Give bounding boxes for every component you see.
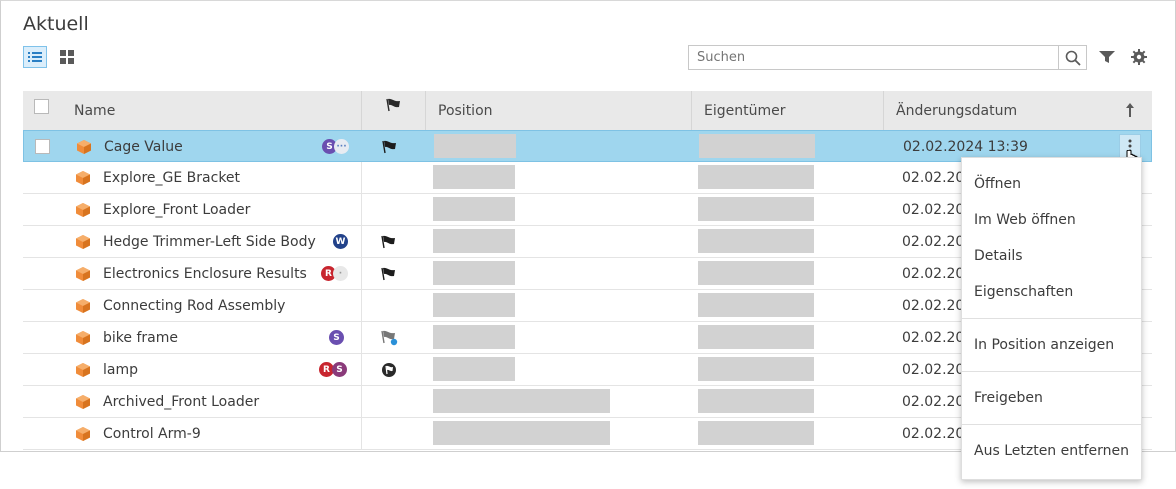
filter-icon	[1099, 51, 1115, 63]
column-name-label: Name	[74, 102, 116, 119]
owner-redacted	[698, 325, 814, 349]
owner-redacted	[699, 134, 815, 158]
cube-icon	[76, 267, 90, 281]
column-header-modified[interactable]: Änderungsdatum	[884, 91, 1152, 130]
file-name[interactable]: lamp	[103, 354, 138, 385]
cube-icon	[77, 140, 91, 154]
file-name[interactable]: Cage Value	[104, 131, 183, 162]
position-redacted	[433, 389, 610, 413]
column-position-label: Position	[438, 102, 493, 119]
avatar: S	[329, 330, 344, 345]
position-redacted	[433, 293, 515, 317]
context-menu: Öffnen Im Web öffnen Details Eigenschaft…	[961, 157, 1142, 480]
search-input[interactable]	[688, 45, 1059, 70]
file-name[interactable]: Control Arm-9	[103, 418, 201, 449]
grid-view-button[interactable]	[55, 46, 79, 68]
column-header-name[interactable]: Name	[62, 91, 362, 130]
owner-redacted	[698, 261, 814, 285]
search-icon	[1065, 50, 1081, 66]
menu-item-remove-recent[interactable]: Aus Letzten entfernen	[974, 443, 1129, 459]
avatar: W	[333, 234, 348, 249]
file-name[interactable]: Connecting Rod Assembly	[103, 290, 285, 321]
file-name[interactable]: Hedge Trimmer-Left Side Body	[103, 226, 316, 257]
menu-divider	[962, 424, 1141, 425]
cube-icon	[76, 427, 90, 441]
position-redacted	[433, 229, 515, 253]
position-redacted	[433, 357, 515, 381]
gear-icon	[1131, 49, 1147, 65]
file-name[interactable]: Explore_Front Loader	[103, 194, 250, 225]
cube-icon	[76, 171, 90, 185]
cube-icon	[76, 299, 90, 313]
file-name[interactable]: Archived_Front Loader	[103, 386, 259, 417]
flag-icon	[381, 235, 395, 249]
cube-icon	[76, 331, 90, 345]
owner-redacted	[698, 357, 814, 381]
cube-icon	[76, 395, 90, 409]
more-avatars-icon: ·	[333, 266, 348, 281]
grid-view-icon	[60, 50, 74, 64]
flag-icon	[385, 98, 400, 111]
position-redacted	[433, 165, 515, 189]
column-header-owner[interactable]: Eigentümer	[692, 91, 884, 130]
column-header-position[interactable]: Position	[426, 91, 692, 130]
file-name[interactable]: Explore_GE Bracket	[103, 162, 240, 193]
column-modified-label: Änderungsdatum	[896, 102, 1018, 119]
flag-icon	[381, 267, 395, 281]
table-header: Name Position Eigentümer Änderungsdatum	[23, 91, 1152, 130]
row-checkbox[interactable]	[35, 139, 50, 154]
position-redacted	[433, 325, 515, 349]
list-view-button[interactable]	[23, 46, 47, 68]
position-redacted	[433, 421, 610, 445]
settings-button[interactable]	[1130, 48, 1148, 66]
column-owner-label: Eigentümer	[704, 102, 786, 119]
more-avatars-icon: ···	[334, 139, 349, 154]
select-all-cell	[23, 91, 62, 130]
flag-shared-icon	[381, 330, 398, 346]
owner-redacted	[698, 197, 814, 221]
arrow-up-icon	[1126, 103, 1134, 117]
list-view-icon	[28, 52, 42, 62]
cube-icon	[76, 203, 90, 217]
flag-circle-icon	[382, 363, 396, 377]
file-name[interactable]: bike frame	[103, 322, 178, 353]
owner-redacted	[698, 293, 814, 317]
menu-item-details[interactable]: Details	[974, 248, 1023, 264]
filter-button[interactable]	[1098, 48, 1116, 66]
position-redacted	[434, 134, 516, 158]
menu-divider	[962, 371, 1141, 372]
owner-redacted	[698, 389, 814, 413]
column-header-flag[interactable]	[362, 91, 426, 130]
position-redacted	[433, 261, 515, 285]
file-name[interactable]: Electronics Enclosure Results	[103, 258, 307, 289]
search-button[interactable]	[1058, 45, 1087, 70]
position-redacted	[433, 197, 515, 221]
menu-item-share[interactable]: Freigeben	[974, 390, 1043, 406]
page-title: Aktuell	[23, 13, 89, 35]
menu-item-open-web[interactable]: Im Web öffnen	[974, 212, 1076, 228]
owner-redacted	[698, 165, 814, 189]
menu-divider	[962, 318, 1141, 319]
owner-redacted	[698, 229, 814, 253]
flag-icon	[382, 140, 396, 154]
avatar: S	[332, 362, 347, 377]
cube-icon	[76, 235, 90, 249]
select-all-checkbox[interactable]	[34, 99, 49, 114]
cube-icon	[76, 363, 90, 377]
menu-item-show-location[interactable]: In Position anzeigen	[974, 337, 1114, 353]
menu-item-properties[interactable]: Eigenschaften	[974, 284, 1073, 300]
owner-redacted	[698, 421, 814, 445]
menu-item-open[interactable]: Öffnen	[974, 176, 1021, 192]
